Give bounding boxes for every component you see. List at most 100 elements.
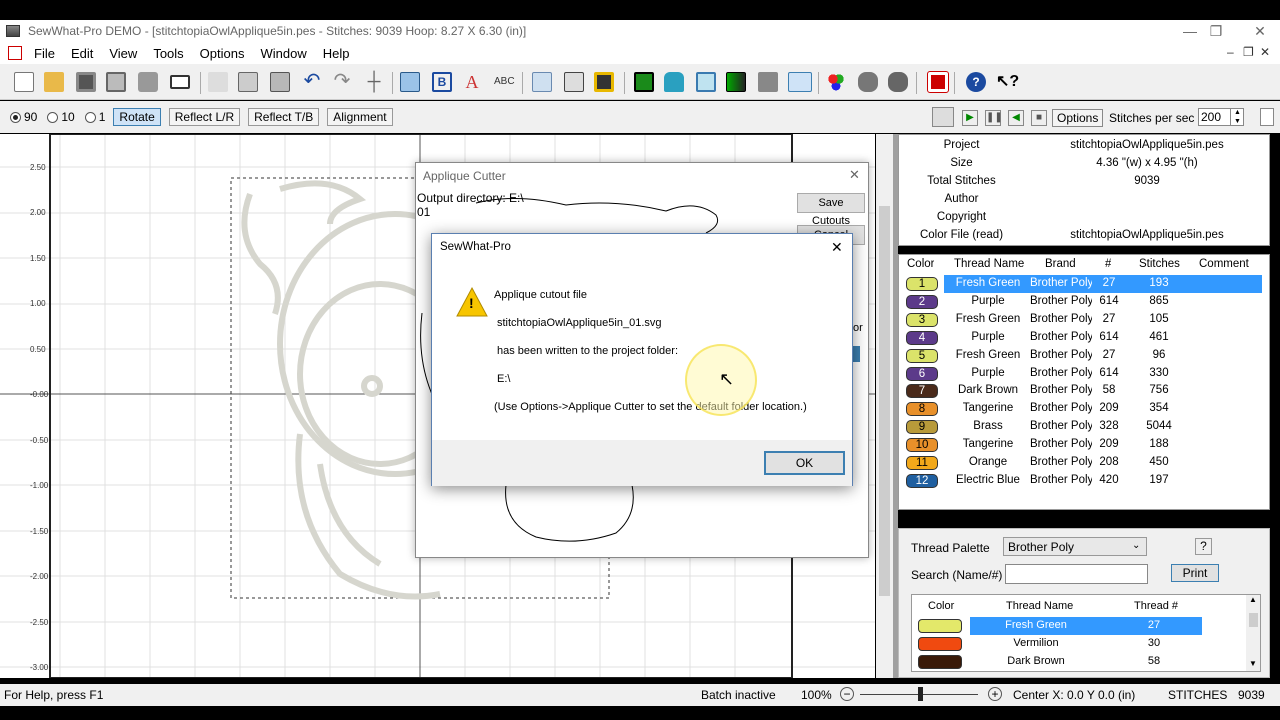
reflect-lr-button[interactable]: Reflect L/R (168, 108, 241, 126)
sewing-machine-icon[interactable] (932, 107, 954, 127)
print-button[interactable]: Print (1171, 564, 1219, 582)
player-options-button[interactable]: Options (1052, 109, 1104, 127)
rotate-90-radio[interactable]: 90 (10, 110, 37, 124)
stop-playback-icon[interactable]: ■ (1031, 110, 1047, 126)
thread-row[interactable]: 11 Orange Brother Poly 208 450 (899, 454, 1269, 472)
document-icon[interactable] (8, 46, 22, 60)
header-color[interactable]: Color (907, 258, 934, 270)
thread-row[interactable]: 10 Tangerine Brother Poly 209 188 (899, 436, 1269, 454)
layout-icon[interactable] (927, 71, 949, 93)
scrollbar-thumb[interactable] (879, 206, 890, 596)
thread-color-swatch[interactable]: 11 (906, 456, 938, 470)
thread-color-swatch[interactable]: 5 (906, 348, 938, 363)
zoom-in-icon[interactable]: + (988, 687, 1002, 701)
undo-icon[interactable]: ↶ (302, 71, 322, 92)
new-icon[interactable] (14, 72, 34, 92)
menu-options[interactable]: Options (192, 46, 253, 61)
pages-icon[interactable] (532, 72, 552, 92)
thread-icon[interactable] (758, 72, 778, 92)
preview-icon[interactable] (170, 75, 190, 89)
redo-icon[interactable]: ↷ (332, 71, 352, 92)
thread-color-swatch[interactable]: 7 (906, 384, 938, 399)
fabric-icon[interactable] (696, 72, 716, 92)
color-icon[interactable] (726, 72, 746, 92)
thread-row[interactable]: 9 Brass Brother Poly 328 5044 (899, 418, 1269, 436)
group-icon[interactable] (858, 72, 878, 92)
context-help-icon[interactable]: ↖? (996, 72, 1019, 92)
thread-color-swatch[interactable]: 6 (906, 366, 938, 381)
mdi-close-button[interactable]: ✕ (1260, 45, 1270, 59)
ok-button[interactable]: OK (764, 451, 845, 475)
rgb-icon[interactable] (826, 72, 846, 92)
pause-icon[interactable]: ❚❚ (985, 110, 1003, 126)
thread-row[interactable]: 3 Fresh Green Brother Poly 27 105 (899, 311, 1269, 329)
menu-edit[interactable]: Edit (63, 46, 101, 61)
thread-color-swatch[interactable]: 12 (906, 473, 938, 488)
palette-row[interactable]: Vermilion 30 (912, 635, 1246, 653)
save-icon[interactable] (76, 72, 96, 92)
copy-icon[interactable] (238, 72, 258, 92)
scroll-up-icon[interactable]: ▲ (1249, 595, 1257, 604)
header-brand[interactable]: Brand (1045, 258, 1076, 270)
palette-color-swatch[interactable] (918, 655, 962, 669)
rotate-button[interactable]: Rotate (113, 108, 161, 126)
play-icon[interactable]: ▶ (962, 110, 978, 126)
save-cutouts-button[interactable]: Save Cutouts (797, 193, 865, 227)
menu-help[interactable]: Help (315, 46, 358, 61)
print-icon[interactable] (138, 72, 158, 92)
scrollbar-thumb[interactable] (1249, 613, 1258, 627)
side-control[interactable] (852, 346, 860, 362)
rotate-10-radio[interactable]: 10 (47, 110, 75, 124)
thread-row[interactable]: 12 Electric Blue Brother Poly 420 197 (899, 472, 1269, 490)
palette-color-swatch[interactable] (918, 637, 962, 651)
header-thread-name[interactable]: Thread Name (954, 258, 1024, 270)
thread-row[interactable]: 8 Tangerine Brother Poly 209 354 (899, 400, 1269, 418)
thread-row[interactable]: 4 Purple Brother Poly 614 461 (899, 329, 1269, 347)
menu-window[interactable]: Window (252, 46, 314, 61)
close-button[interactable]: ✕ (1238, 20, 1280, 42)
thread-color-swatch[interactable]: 9 (906, 420, 938, 435)
palette-help-button[interactable]: ? (1195, 538, 1212, 555)
mdi-minimize-button[interactable]: – (1227, 45, 1234, 59)
spin-arrows-icon[interactable]: ▲ ▼ (1230, 108, 1244, 126)
thread-palette-select[interactable]: Brother Poly ⌄ (1003, 537, 1147, 556)
split-icon[interactable]: ┼ (364, 72, 384, 92)
help-icon[interactable]: ? (966, 72, 986, 92)
shirt-icon[interactable] (664, 72, 684, 92)
step-back-icon[interactable]: ◀ (1008, 110, 1024, 126)
close-icon[interactable]: ✕ (849, 167, 860, 183)
canvas-vertical-scrollbar[interactable] (876, 134, 893, 678)
header-number[interactable]: # (1105, 258, 1111, 270)
thread-color-swatch[interactable]: 10 (906, 438, 938, 453)
palette-row[interactable]: Dark Brown 58 (912, 653, 1246, 671)
open-folder-icon[interactable] (44, 72, 64, 92)
alignment-button[interactable]: Alignment (327, 108, 393, 126)
thread-color-swatch[interactable]: 1 (906, 277, 938, 291)
search-input[interactable] (1005, 564, 1148, 584)
close-icon[interactable]: ✕ (831, 239, 843, 256)
zoom-out-icon[interactable]: − (840, 687, 854, 701)
header-comment[interactable]: Comment (1199, 258, 1249, 270)
palette-color-swatch[interactable] (918, 619, 962, 633)
thread-row[interactable]: 5 Fresh Green Brother Poly 27 96 (899, 347, 1269, 365)
scroll-down-icon[interactable]: ▼ (1249, 659, 1257, 668)
text-icon[interactable]: A (462, 72, 482, 92)
thread-color-swatch[interactable]: 2 (906, 294, 938, 309)
palette-row[interactable]: Fresh Green 27 (912, 617, 1246, 635)
stop-icon[interactable] (634, 72, 654, 92)
reflect-tb-button[interactable]: Reflect T/B (248, 108, 320, 126)
hoop-icon[interactable] (594, 72, 614, 92)
thread-color-swatch[interactable]: 3 (906, 312, 938, 327)
thread-row[interactable]: 7 Dark Brown Brother Poly 58 756 (899, 382, 1269, 400)
thread-row[interactable]: 6 Purple Brother Poly 614 330 (899, 365, 1269, 383)
cut-icon[interactable] (208, 72, 228, 92)
ungroup-icon[interactable] (888, 72, 908, 92)
restore-button[interactable]: ❐ (1194, 20, 1238, 42)
panel-toggle-icon[interactable] (1260, 108, 1274, 126)
needle-icon[interactable] (788, 72, 812, 92)
menu-view[interactable]: View (101, 46, 145, 61)
header-stitches[interactable]: Stitches (1139, 258, 1180, 270)
paste-icon[interactable] (270, 72, 290, 92)
thread-row[interactable]: 1 Fresh Green Brother Poly 27 193 (899, 275, 1269, 293)
spellcheck-icon[interactable]: ABC (494, 72, 515, 92)
